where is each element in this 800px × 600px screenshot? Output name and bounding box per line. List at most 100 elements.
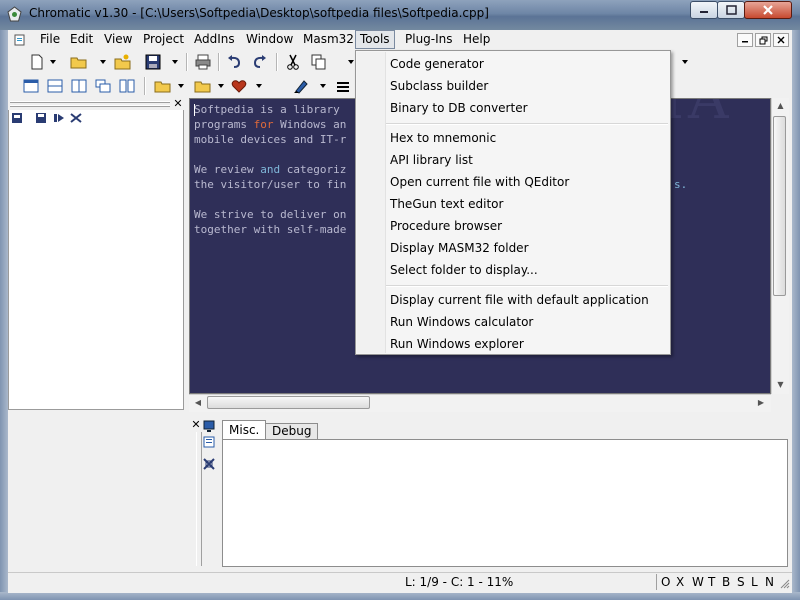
open-file-button[interactable] [70,53,88,71]
favorites-button[interactable] [230,77,248,95]
menu-item-hex-to-mnemonic[interactable]: Hex to mnemonic [390,127,496,149]
new-file-button[interactable] [28,53,46,71]
open-project-button[interactable] [114,53,132,71]
menu-window[interactable]: Window [242,31,297,48]
output-panel-close-button[interactable]: ✕ [190,419,202,431]
save-dropdown[interactable] [172,60,178,64]
resize-grip[interactable] [780,578,790,589]
menu-item-display-masm32[interactable]: Display MASM32 folder [390,237,529,259]
heart-icon [231,80,247,93]
menu-item-code-generator[interactable]: Code generator [390,53,484,75]
pen-icon [294,80,308,94]
copy-icon [311,54,326,70]
open-folder-icon [70,57,87,69]
toolbar-separator [218,53,220,71]
scroll-up-arrow[interactable]: ▲ [774,99,787,113]
cut-button[interactable] [284,53,302,71]
output-panel-grip[interactable] [196,432,202,566]
output-text-area[interactable] [222,439,788,567]
restore-icon [759,36,767,44]
mdi-close-button[interactable] [773,33,789,47]
title-bar[interactable]: Chromatic v1.30 - [C:\Users\Softpedia\De… [0,0,800,30]
redo-button[interactable] [250,53,268,71]
folder-star-icon [114,54,131,70]
scroll-right-arrow[interactable]: ▶ [755,396,767,410]
printer-icon [195,54,211,70]
app-icon [7,6,22,22]
resize-grip-icon [780,579,790,589]
step-icon[interactable] [54,113,66,123]
menu-view[interactable]: View [100,31,136,48]
minimize-button[interactable] [690,1,718,19]
menu-item-procedure-browser[interactable]: Procedure browser [390,215,502,237]
mdi-minimize-button[interactable] [737,33,753,47]
menu-item-thegun[interactable]: TheGun text editor [390,193,503,215]
open-file-dropdown[interactable] [100,60,106,64]
align-button[interactable] [334,77,352,95]
scroll-down-arrow[interactable]: ▼ [774,378,787,392]
undo-button[interactable] [226,53,244,71]
project-folder-dropdown[interactable] [178,84,184,88]
layout-1-button[interactable] [22,77,40,95]
vertical-scroll-thumb[interactable] [773,116,786,296]
monitor-icon[interactable] [203,420,215,432]
folder-icon [194,81,211,93]
editor-line-6-tail: s. [674,178,688,191]
menu-bar: File Edit View Project AddIns Window Mas… [8,30,792,51]
menu-help[interactable]: Help [459,31,494,48]
horizontal-scroll-thumb[interactable] [207,396,370,409]
menu-item-api-library-list[interactable]: API library list [390,149,473,171]
save-button[interactable] [144,53,162,71]
list-icon[interactable] [203,436,215,448]
project-icon[interactable] [12,113,22,123]
undo-icon [228,55,241,68]
layout-2-button[interactable] [46,77,64,95]
editor-line-6: the visitor/user to fin [194,178,347,191]
window-frame-right [792,30,800,600]
mdi-restore-button[interactable] [755,33,771,47]
menu-item-select-folder[interactable]: Select folder to display... [390,259,538,281]
menu-file[interactable]: File [36,31,64,48]
folder-2-button[interactable] [194,77,212,95]
project-panel[interactable] [8,98,184,410]
menu-item-run-calculator[interactable]: Run Windows calculator [390,311,533,333]
folder-2-dropdown[interactable] [218,84,224,88]
paint-button[interactable] [292,77,310,95]
menu-addins[interactable]: AddIns [190,31,239,48]
menu-plugins[interactable]: Plug-Ins [401,31,457,48]
favorites-dropdown[interactable] [256,84,262,88]
print-button[interactable] [194,53,212,71]
cascade-button[interactable] [94,77,112,95]
project-panel-grip[interactable] [8,98,184,110]
project-panel-close-button[interactable]: ✕ [172,98,184,109]
project-folder-button[interactable] [154,77,172,95]
menu-item-open-qeditor[interactable]: Open current file with QEditor [390,171,569,193]
layout-3-button[interactable] [70,77,88,95]
copy-button[interactable] [310,53,328,71]
menu-item-display-default-app[interactable]: Display current file with default applic… [390,289,649,311]
new-file-dropdown[interactable] [50,60,56,64]
menu-item-subclass-builder[interactable]: Subclass builder [390,75,488,97]
tile-button[interactable] [118,77,136,95]
copy-dropdown[interactable] [348,60,354,64]
paint-dropdown[interactable] [320,84,326,88]
menu-item-run-explorer[interactable]: Run Windows explorer [390,333,524,355]
save-icon[interactable] [36,113,46,123]
menu-masm32[interactable]: Masm32 [299,31,358,48]
tab-debug[interactable]: Debug [265,423,319,439]
tools-icon[interactable] [70,113,82,123]
close-button[interactable] [744,1,792,19]
scroll-left-arrow[interactable]: ◀ [192,396,204,410]
menu-edit[interactable]: Edit [66,31,97,48]
status-flag: N [765,575,774,589]
toolbar-overflow-dropdown[interactable] [682,60,688,64]
menu-item-binary-to-db[interactable]: Binary to DB converter [390,97,528,119]
folder-icon [154,81,171,93]
menu-tools[interactable]: Tools [355,30,395,49]
new-file-icon [31,54,43,70]
debug-icon[interactable] [203,458,215,470]
maximize-button[interactable] [717,1,745,19]
menu-project[interactable]: Project [139,31,188,48]
editor-line-2: programs for Windows an [194,118,347,131]
tab-misc[interactable]: Misc. [222,420,267,439]
